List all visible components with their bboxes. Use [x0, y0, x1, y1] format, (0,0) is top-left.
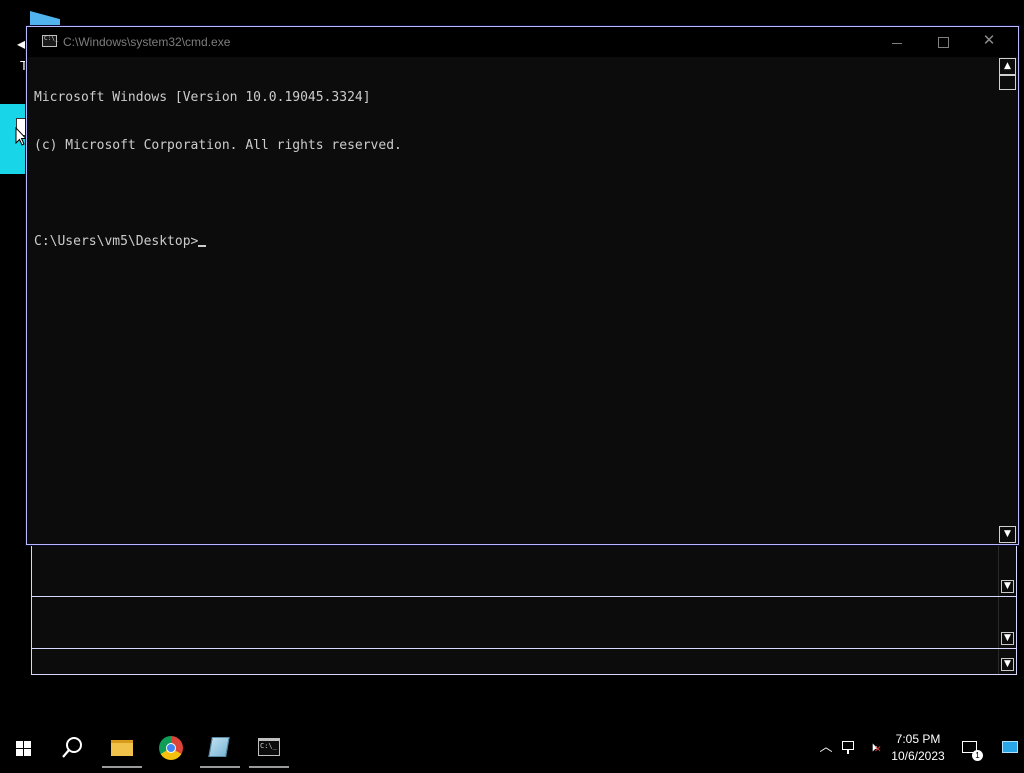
show-hidden-icons-button[interactable]: ︿ — [815, 728, 837, 768]
minimize-button[interactable] — [874, 27, 920, 57]
console-line: (c) Microsoft Corporation. All rights re… — [34, 138, 402, 153]
network-icon-stand — [847, 750, 849, 754]
action-center-button[interactable]: 1 — [956, 728, 986, 768]
scrollbar-track[interactable] — [999, 57, 1016, 544]
search-button[interactable] — [48, 728, 96, 768]
mute-icon: ✕ — [874, 745, 882, 755]
background-console-pane[interactable]: ▼ — [31, 544, 1017, 597]
taskbar-snipping-tool[interactable] — [196, 728, 244, 768]
start-button[interactable] — [0, 728, 48, 768]
console-text: Microsoft Windows [Version 10.0.19045.33… — [34, 58, 402, 282]
pane-scrollbar[interactable]: ▼ — [998, 649, 1016, 674]
taskbar-command-prompt[interactable]: C:\_ — [245, 728, 293, 768]
pane-scrollbar[interactable]: ▼ — [998, 545, 1016, 596]
scroll-up-arrow-icon[interactable]: ▲ — [999, 58, 1016, 75]
search-icon — [62, 737, 82, 758]
console-scrollbar[interactable]: ▲ ▼ — [993, 57, 1018, 544]
scrollbar-thumb[interactable] — [999, 75, 1016, 90]
network-button[interactable] — [839, 728, 861, 768]
notification-count-badge: 1 — [972, 750, 983, 761]
chrome-icon — [159, 736, 183, 760]
snipping-tool-icon — [208, 737, 230, 757]
window-titlebar[interactable]: C:\Windows\system32\cmd.exe ✕ — [27, 27, 1018, 57]
close-button[interactable]: ✕ — [966, 27, 1012, 57]
scroll-down-arrow-icon[interactable]: ▼ — [1001, 580, 1014, 593]
taskbar: C:\_ ︿ 🕨 ✕ 7:05 PM 10/6/2023 1 — [0, 728, 1024, 768]
console-prompt: C:\Users\vm5\Desktop> — [34, 234, 199, 249]
console-line: Microsoft Windows [Version 10.0.19045.33… — [34, 90, 371, 105]
window-title: C:\Windows\system32\cmd.exe — [63, 35, 231, 49]
scroll-down-arrow-icon[interactable]: ▼ — [1001, 632, 1014, 645]
background-console-pane[interactable]: ▼ — [31, 648, 1017, 675]
network-icon — [842, 741, 854, 750]
background-console-pane[interactable]: ▼ — [31, 596, 1017, 649]
cmd-app-icon[interactable] — [42, 35, 58, 47]
scroll-down-arrow-icon[interactable]: ▼ — [1001, 658, 1014, 671]
clock-time: 7:05 PM — [895, 732, 941, 746]
clock[interactable]: 7:05 PM 10/6/2023 — [886, 728, 950, 768]
volume-button[interactable]: 🕨 ✕ — [862, 728, 884, 768]
console-prompt-line[interactable]: C:\Users\vm5\Desktop> — [34, 234, 402, 250]
text-cursor — [198, 245, 207, 247]
clock-date: 10/6/2023 — [891, 749, 945, 763]
command-prompt-window[interactable]: C:\Windows\system32\cmd.exe ✕ Microsoft … — [26, 26, 1019, 545]
maximize-icon — [938, 37, 949, 48]
show-desktop-button[interactable] — [998, 728, 1024, 768]
close-icon: ✕ — [982, 31, 996, 49]
show-desktop-icon — [1002, 741, 1018, 753]
maximize-button[interactable] — [920, 27, 966, 57]
file-explorer-icon — [111, 740, 133, 756]
desktop: ◀ T ▼ ▼ ▼ C:\Windows\system32\cmd.exe — [0, 0, 1024, 728]
chevron-up-icon: ︿ — [819, 740, 833, 755]
taskbar-file-explorer[interactable] — [98, 728, 146, 768]
scroll-down-arrow-icon[interactable]: ▼ — [999, 526, 1016, 543]
pane-scrollbar[interactable]: ▼ — [998, 597, 1016, 648]
windows-start-icon — [16, 741, 32, 756]
minimize-icon — [892, 43, 902, 44]
taskbar-chrome[interactable] — [147, 728, 195, 768]
back-arrow-icon: ◀ — [17, 37, 27, 51]
console-output[interactable]: Microsoft Windows [Version 10.0.19045.33… — [27, 57, 993, 544]
command-prompt-icon: C:\_ — [258, 738, 280, 756]
